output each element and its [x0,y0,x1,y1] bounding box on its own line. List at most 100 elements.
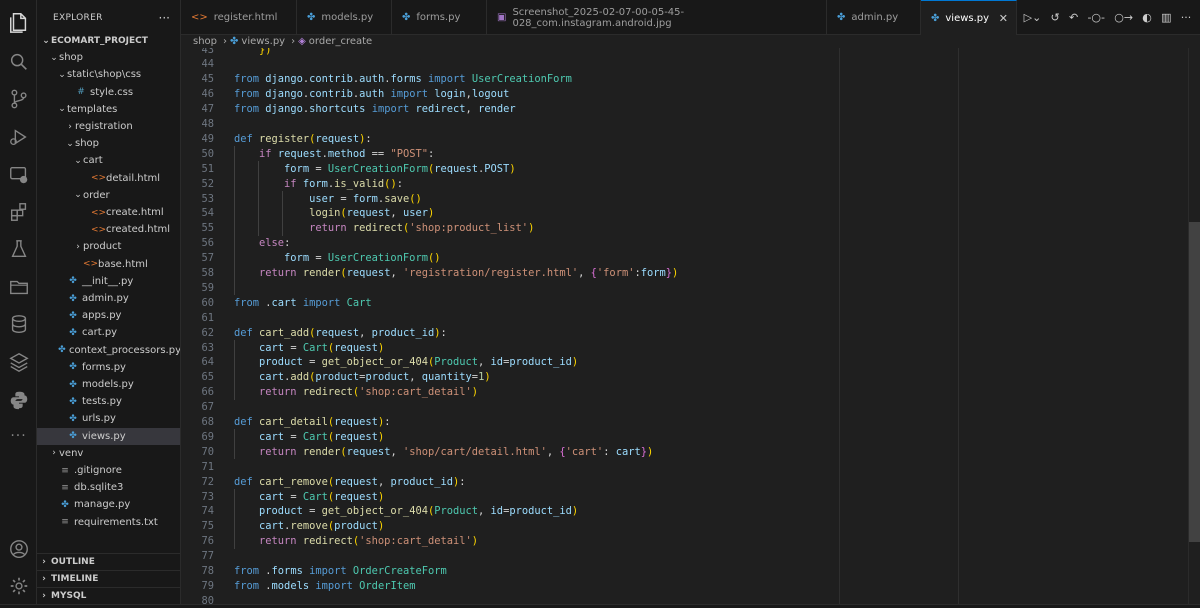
code-line[interactable]: 74 product = get_object_or_404(Product, … [181,504,1200,519]
tree-item[interactable]: <> created.html [37,221,180,238]
code-line[interactable]: 71 [181,459,1200,474]
code-line[interactable]: 56 else: [181,236,1200,251]
explorer-icon[interactable] [7,10,30,33]
code-line[interactable]: 53 user = form.save() [181,191,1200,206]
code-line[interactable]: 48 [181,117,1200,132]
code-line[interactable]: 62 def cart_add(request, product_id): [181,325,1200,340]
commit-icon[interactable]: -○- [1087,11,1105,24]
tree-item[interactable]: ⌄ order [37,187,180,204]
tree-item[interactable]: ⌄ cart [37,152,180,169]
breadcrumb-item[interactable]: order_create [309,36,372,47]
code-line[interactable]: 60 from .cart import Cart [181,295,1200,310]
code-line[interactable]: 67 [181,400,1200,415]
tree-item[interactable]: › venv [37,445,180,462]
code-editor[interactable]: 43 }) 44 45 from django.contrib.auth.forms … [181,48,1200,604]
tree-item[interactable]: ✤ admin.py [37,290,180,307]
layers-icon[interactable] [7,350,30,373]
tree-item[interactable]: <> base.html [37,256,180,273]
code-line[interactable]: 78 from .forms import OrderCreateForm [181,564,1200,579]
code-line[interactable]: 45 from django.contrib.auth.forms import … [181,72,1200,87]
code-line[interactable]: 77 [181,549,1200,564]
code-line[interactable]: 61 [181,310,1200,325]
tree-item[interactable]: ✤ apps.py [37,307,180,324]
tree-item[interactable]: ✤ __init__.py [37,273,180,290]
more-icon[interactable]: ··· [7,424,30,447]
undo-icon[interactable]: ↺ [1051,11,1060,24]
code-line[interactable]: 54 login(request, user) [181,206,1200,221]
split-editor-icon[interactable]: ▥ [1161,11,1171,24]
search-icon[interactable] [7,50,30,73]
tab-register-html[interactable]: <> register.html [181,0,297,35]
code-line[interactable]: 80 [181,593,1200,604]
tab-screenshot-jpg[interactable]: ▣ Screenshot_2025-02-07-00-05-45-028_com… [487,0,827,35]
code-line[interactable]: 76 return redirect('shop:cart_detail') [181,534,1200,549]
tree-item[interactable]: ⌄ templates [37,101,180,118]
code-line[interactable]: 44 [181,57,1200,72]
tab-forms-py[interactable]: ✤ forms.py [392,0,487,35]
code-line[interactable]: 66 return redirect('shop:cart_detail') [181,385,1200,400]
code-line[interactable]: 70 return render(request, 'shop/cart/det… [181,444,1200,459]
extensions-icon[interactable] [7,200,30,223]
forward-icon[interactable]: ○→ [1114,11,1133,24]
database-icon[interactable] [7,312,30,335]
tree-item[interactable]: # style.css [37,84,180,101]
tree-item[interactable]: › registration [37,118,180,135]
tree-item[interactable]: ✤ forms.py [37,359,180,376]
tab-admin-py[interactable]: ✤ admin.py [827,0,921,35]
code-line[interactable]: 59 [181,280,1200,295]
tree-item[interactable]: ✤ urls.py [37,410,180,427]
tree-item[interactable]: ⌄ ECOMART_PROJECT [37,32,180,49]
tree-item[interactable]: ⌄ shop [37,49,180,66]
code-line[interactable]: 51 form = UserCreationForm(request.POST) [181,161,1200,176]
tree-item[interactable]: ≡ .gitignore [37,462,180,479]
tree-item[interactable]: ⌄ shop [37,135,180,152]
close-icon[interactable]: ✕ [999,12,1008,25]
scrollbar-thumb[interactable] [1189,222,1200,542]
code-line[interactable]: 79 from .models import OrderItem [181,578,1200,593]
code-line[interactable]: 55 return redirect('shop:product_list') [181,221,1200,236]
tree-item[interactable]: ✤ models.py [37,376,180,393]
tab-views-py[interactable]: ✤ views.py ✕ [921,0,1017,35]
tree-item[interactable]: ✤ context_processors.py [37,342,180,359]
explorer-more-icon[interactable]: ··· [159,11,170,25]
code-line[interactable]: 57 form = UserCreationForm() [181,251,1200,266]
tree-item[interactable]: ⌄ static\shop\css [37,66,180,83]
testing-flask-icon[interactable] [7,237,30,260]
code-line[interactable]: 52 if form.is_valid(): [181,176,1200,191]
code-line[interactable]: 43 }) [181,48,1200,57]
account-icon[interactable] [7,537,30,560]
remote-explorer-icon[interactable] [7,163,30,186]
code-line[interactable]: 73 cart = Cart(request) [181,489,1200,504]
code-line[interactable]: 50 if request.method == "POST": [181,146,1200,161]
tree-item[interactable]: ≡ db.sqlite3 [37,479,180,496]
settings-gear-icon[interactable] [7,574,30,597]
tree-item[interactable]: ✤ views.py [37,427,180,445]
code-line[interactable]: 49 def register(request): [181,131,1200,146]
breadcrumb-item[interactable]: views.py [241,36,285,47]
more-actions-icon[interactable]: ··· [1181,11,1192,24]
run-debug-icon[interactable] [7,125,30,148]
tree-item[interactable]: <> create.html [37,204,180,221]
code-line[interactable]: 63 cart = Cart(request) [181,340,1200,355]
tree-item[interactable]: <> detail.html [37,170,180,187]
outline-panel-header[interactable]: › OUTLINE [37,553,181,570]
code-line[interactable]: 69 cart = Cart(request) [181,429,1200,444]
tree-item[interactable]: ✤ manage.py [37,496,180,513]
timeline-panel-header[interactable]: › TIMELINE [37,570,181,587]
back-icon[interactable]: ↶ [1069,11,1078,24]
code-line[interactable]: 47 from django.shortcuts import redirect,… [181,102,1200,117]
code-line[interactable]: 68 def cart_detail(request): [181,415,1200,430]
python-icon[interactable] [7,388,30,411]
code-line[interactable]: 75 cart.remove(product) [181,519,1200,534]
code-line[interactable]: 64 product = get_object_or_404(Product, … [181,355,1200,370]
breadcrumb-item[interactable]: shop [193,36,217,47]
code-line[interactable]: 65 cart.add(product=product, quantity=1) [181,370,1200,385]
tree-item[interactable]: ✤ tests.py [37,393,180,410]
code-line[interactable]: 46 from django.contrib.auth import login,… [181,87,1200,102]
source-control-icon[interactable] [7,87,30,110]
copilot-icon[interactable]: ◐ [1142,11,1152,24]
mysql-panel-header[interactable]: › MYSQL [37,587,181,604]
tree-item[interactable]: ✤ cart.py [37,324,180,341]
tree-item[interactable]: ≡ requirements.txt [37,514,180,531]
tab-models-py[interactable]: ✤ models.py [297,0,392,35]
